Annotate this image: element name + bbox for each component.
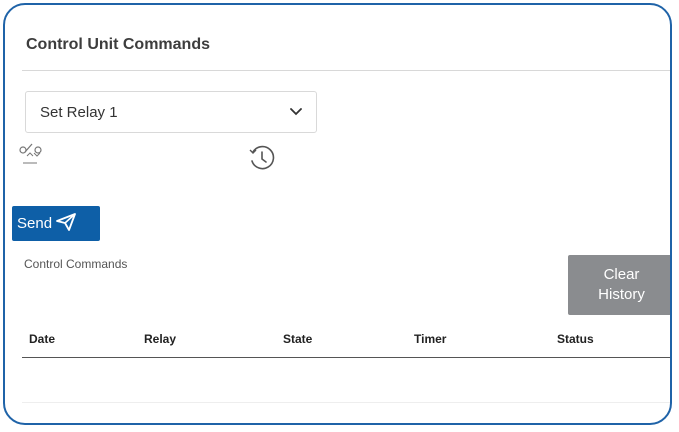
column-header-date[interactable]: Date bbox=[22, 321, 137, 358]
clear-history-button[interactable]: Clear History bbox=[568, 255, 670, 315]
table-empty-cell bbox=[22, 357, 670, 403]
relay-switch-icon[interactable] bbox=[19, 142, 45, 172]
command-history-table: Date Relay State Timer Status bbox=[22, 321, 670, 403]
send-button[interactable]: Send bbox=[12, 206, 100, 241]
command-select-value: Set Relay 1 bbox=[40, 103, 118, 121]
section-label-control-commands: Control Commands bbox=[24, 257, 128, 271]
column-header-timer[interactable]: Timer bbox=[407, 321, 550, 358]
command-select[interactable]: Set Relay 1 bbox=[25, 91, 317, 133]
table-header-row: Date Relay State Timer Status bbox=[22, 321, 670, 358]
send-button-label: Send bbox=[17, 215, 53, 232]
column-header-state[interactable]: State bbox=[276, 321, 407, 358]
panel-title: Control Unit Commands bbox=[26, 36, 210, 53]
paper-plane-icon bbox=[55, 212, 77, 236]
chevron-down-icon bbox=[290, 108, 302, 116]
column-header-status[interactable]: Status bbox=[550, 321, 670, 358]
column-header-relay[interactable]: Relay bbox=[137, 321, 276, 358]
clock-icon[interactable] bbox=[248, 144, 276, 172]
title-divider bbox=[22, 70, 670, 71]
control-unit-commands-panel: Control Unit Commands Set Relay 1 Send C… bbox=[3, 3, 672, 425]
table-empty-row bbox=[22, 357, 670, 403]
